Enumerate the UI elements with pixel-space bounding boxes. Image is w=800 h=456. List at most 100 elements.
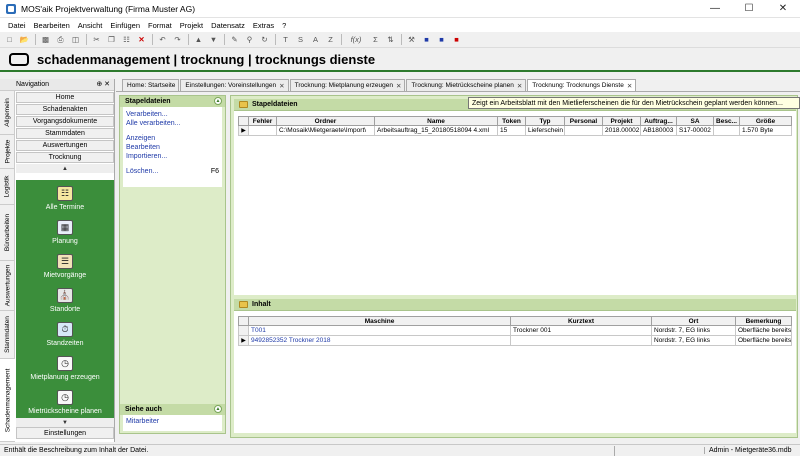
close-tab-icon[interactable]: ✕ xyxy=(396,82,401,90)
column-projekt[interactable]: Projekt xyxy=(602,116,641,126)
vtab-projekte[interactable]: Projekte xyxy=(0,135,15,169)
cut-icon[interactable]: ✂ xyxy=(91,34,102,45)
task-anzeigen[interactable]: Anzeigen xyxy=(126,135,219,144)
close-icon[interactable]: ✕ xyxy=(766,0,800,18)
lock-blue-icon[interactable]: ■ xyxy=(421,34,432,45)
cell-maschine[interactable]: T001 xyxy=(248,325,511,336)
nav-group-schadenakten[interactable]: Schadenakten xyxy=(16,104,114,115)
cell-ort[interactable]: Nordstr. 7, EG links xyxy=(651,335,736,346)
nav-item-alle-termine[interactable]: ☷ Alle Termine xyxy=(16,180,114,214)
cell-maschine[interactable]: 9492852352 Trockner 2018 xyxy=(248,335,511,346)
task-mitarbeiter[interactable]: Mitarbeiter xyxy=(126,418,219,427)
nav-group-home[interactable]: Home xyxy=(16,92,114,103)
new-file-icon[interactable]: □ xyxy=(4,34,15,45)
column-groesse[interactable]: Größe xyxy=(739,116,792,126)
preview-icon[interactable]: ◫ xyxy=(70,34,81,45)
copy-icon[interactable]: ❐ xyxy=(106,34,117,45)
task-bearbeiten[interactable]: Bearbeiten xyxy=(126,144,219,153)
column-sa[interactable]: SA xyxy=(676,116,714,126)
cell-ort[interactable]: Nordstr. 7, EG links xyxy=(651,325,736,336)
row-selector-icon[interactable]: ▶ xyxy=(238,335,249,346)
column-fehler[interactable]: Fehler xyxy=(248,116,277,126)
vtab-bueroarbeiten[interactable]: Büroarbeiten xyxy=(0,205,15,261)
column-auftrag[interactable]: Auftrag... xyxy=(640,116,677,126)
table-row[interactable]: T001 Trockner 001 Nordstr. 7, EG links O… xyxy=(238,325,792,336)
menu-datensatz[interactable]: Datensatz xyxy=(207,21,249,30)
column-token[interactable]: Token xyxy=(497,116,526,126)
nav-item-mietrueckscheine-planen[interactable]: ◷ Mietrückscheine planen xyxy=(16,384,114,418)
print-icon[interactable]: ⎙ xyxy=(55,34,66,45)
cell-fehler[interactable] xyxy=(248,125,277,136)
menu-bearbeiten[interactable]: Bearbeiten xyxy=(30,21,74,30)
column-bemerkung[interactable]: Bemerkung xyxy=(735,316,792,326)
text-button-a[interactable]: A xyxy=(310,34,321,45)
task-importieren[interactable]: Importieren... xyxy=(126,153,219,162)
cell-sa[interactable]: S17-00002 xyxy=(676,125,714,136)
tab-home-startseite[interactable]: Home: Startseite xyxy=(122,79,180,91)
cell-kurztext[interactable]: Trockner 001 xyxy=(510,325,652,336)
refresh-icon[interactable]: ↻ xyxy=(259,34,270,45)
vtab-stammdaten[interactable]: Stammdaten xyxy=(0,311,15,359)
pin-icon[interactable]: ⊕ ✕ xyxy=(96,80,110,88)
column-beschreibung[interactable]: Besc... xyxy=(713,116,740,126)
task-section-siehe-auch[interactable]: Siehe auch ▲ xyxy=(120,404,225,415)
open-folder-icon[interactable]: 📂 xyxy=(19,34,30,45)
sort-icon[interactable]: ⇅ xyxy=(385,34,396,45)
column-name[interactable]: Name xyxy=(374,116,498,126)
table-row[interactable]: ▶ 9492852352 Trockner 2018 Nordstr. 7, E… xyxy=(238,335,792,346)
task-alle-verarbeiten[interactable]: Alle verarbeiten... xyxy=(126,120,219,129)
vtab-auswertungen[interactable]: Auswertungen xyxy=(0,261,15,311)
cell-auftrag[interactable]: AB180003 xyxy=(640,125,677,136)
menu-ansicht[interactable]: Ansicht xyxy=(74,21,107,30)
menu-extras[interactable]: Extras xyxy=(249,21,278,30)
undo-icon[interactable]: ↶ xyxy=(157,34,168,45)
task-section-stapeldateien[interactable]: Stapeldateien ▲ xyxy=(120,96,225,107)
cell-kurztext[interactable] xyxy=(510,335,652,346)
column-typ[interactable]: Typ xyxy=(525,116,565,126)
column-kurztext[interactable]: Kurztext xyxy=(510,316,652,326)
tab-mietplanung-erzeugen[interactable]: Trocknung: Mietplanung erzeugen ✕ xyxy=(289,79,406,91)
nav-group-auswertungen[interactable]: Auswertungen xyxy=(16,140,114,151)
cell-beschreibung[interactable] xyxy=(713,125,740,136)
nav-group-einstellungen[interactable]: Einstellungen xyxy=(16,427,114,439)
tab-mietrueckscheine-planen[interactable]: Trocknung: Mietrückscheine planen ✕ xyxy=(406,79,527,91)
column-maschine[interactable]: Maschine xyxy=(248,316,511,326)
cell-bemerkung[interactable]: Oberfläche bereits ... xyxy=(735,335,792,346)
cell-typ[interactable]: Lieferschein xyxy=(525,125,565,136)
cell-name[interactable]: Arbeitsauftrag_15_20180518094 4.xml xyxy=(374,125,498,136)
edit-icon[interactable]: ✎ xyxy=(229,34,240,45)
tab-trocknungs-dienste[interactable]: Trocknung: Trocknungs Dienste ✕ xyxy=(527,79,637,91)
text-button-s[interactable]: S xyxy=(295,34,306,45)
move-down-icon[interactable]: ▼ xyxy=(208,34,219,45)
vtab-allgemein[interactable]: Allgemein xyxy=(0,91,15,135)
text-button-z[interactable]: Z xyxy=(325,34,336,45)
cell-personal[interactable] xyxy=(564,125,603,136)
sum-icon[interactable]: Σ xyxy=(370,34,381,45)
cell-token[interactable]: 15 xyxy=(497,125,526,136)
close-tab-icon[interactable]: ✕ xyxy=(627,82,632,90)
lock-red-icon[interactable]: ■ xyxy=(451,34,462,45)
menu-help[interactable]: ? xyxy=(278,21,290,30)
nav-item-planung[interactable]: ▦ Planung xyxy=(16,214,114,248)
move-up-icon[interactable]: ▲ xyxy=(193,34,204,45)
task-verarbeiten[interactable]: Verarbeiten... xyxy=(126,111,219,120)
task-loeschen[interactable]: Löschen... F6 xyxy=(126,168,219,177)
tab-einstellungen[interactable]: Einstellungen: Voreinstellungen ✕ xyxy=(180,79,289,91)
text-button-t[interactable]: T xyxy=(280,34,291,45)
close-tab-icon[interactable]: ✕ xyxy=(279,82,284,90)
paste-icon[interactable]: ☷ xyxy=(121,34,132,45)
cell-projekt[interactable]: 2018.00002 xyxy=(602,125,641,136)
column-ordner[interactable]: Ordner xyxy=(276,116,375,126)
cell-ordner[interactable]: C:\Mosaik\Mietgeraete\Import\ xyxy=(276,125,375,136)
save-icon[interactable]: ▩ xyxy=(40,34,51,45)
cell-groesse[interactable]: 1.570 Byte xyxy=(739,125,792,136)
collapse-icon[interactable]: ▲ xyxy=(214,405,222,413)
table-row[interactable]: ▶ C:\Mosaik\Mietgeraete\Import\ Arbeitsa… xyxy=(238,125,792,136)
scroll-down-icon[interactable]: ▼ xyxy=(16,418,114,427)
column-ort[interactable]: Ort xyxy=(651,316,736,326)
scroll-up-icon[interactable]: ▲ xyxy=(16,164,114,173)
nav-group-trocknung[interactable]: Trocknung xyxy=(16,152,114,163)
menu-datei[interactable]: Datei xyxy=(4,21,30,30)
lock-blue-2-icon[interactable]: ■ xyxy=(436,34,447,45)
nav-group-stammdaten[interactable]: Stammdaten xyxy=(16,128,114,139)
